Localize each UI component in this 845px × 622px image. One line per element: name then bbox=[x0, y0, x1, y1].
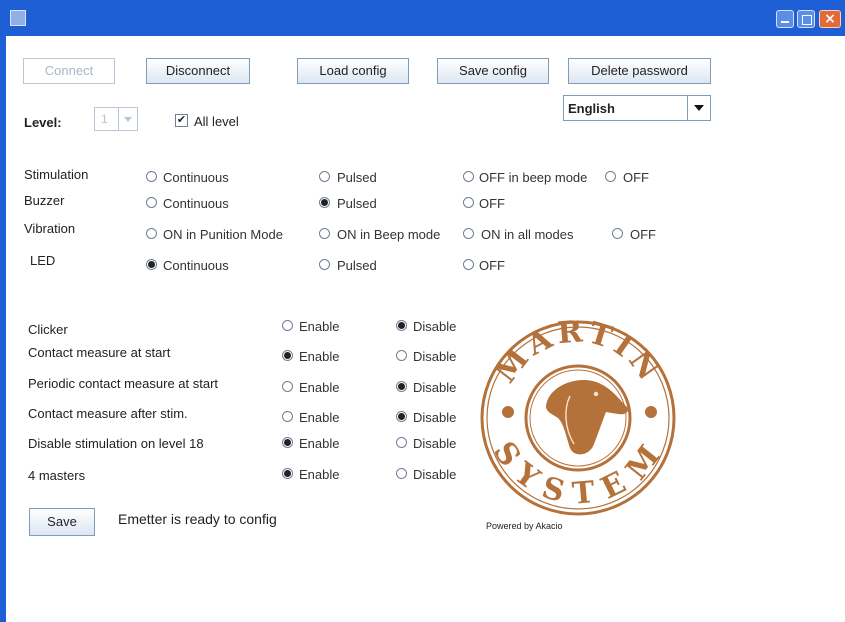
status-text: Emetter is ready to config bbox=[118, 511, 277, 527]
option-label: Pulsed bbox=[337, 258, 377, 273]
level-select-value: 1 bbox=[101, 112, 108, 126]
radio-stimulation-off-beep[interactable] bbox=[463, 171, 474, 182]
option-label: Continuous bbox=[163, 196, 229, 211]
radio-led-off[interactable] bbox=[463, 259, 474, 270]
setting-label-periodic-contact: Periodic contact measure at start bbox=[28, 376, 219, 391]
option-label: OFF in beep mode bbox=[479, 170, 588, 185]
martin-system-logo: MARTIN SYSTEM bbox=[480, 314, 676, 516]
radio-disable-stim-18-disable[interactable] bbox=[396, 437, 407, 448]
option-label: OFF bbox=[623, 170, 649, 185]
setting-label-contact-start: Contact measure at start bbox=[28, 345, 171, 360]
radio-vibration-off[interactable] bbox=[612, 228, 623, 239]
option-label: Pulsed bbox=[337, 196, 377, 211]
option-label: Continuous bbox=[163, 170, 229, 185]
radio-periodic-contact-disable[interactable] bbox=[396, 381, 407, 392]
setting-label-4-masters: 4 masters bbox=[28, 468, 86, 483]
radio-4-masters-enable[interactable] bbox=[282, 468, 293, 479]
radio-contact-start-enable[interactable] bbox=[282, 350, 293, 361]
connect-button[interactable]: Connect bbox=[23, 58, 115, 84]
level-label: Level: bbox=[24, 115, 62, 130]
option-label: Enable bbox=[299, 467, 340, 482]
radio-vibration-all[interactable] bbox=[463, 228, 474, 239]
minimize-icon[interactable] bbox=[776, 10, 794, 28]
svg-text:MARTIN: MARTIN bbox=[488, 314, 668, 390]
option-label: OFF bbox=[479, 196, 505, 211]
option-label: ON in Punition Mode bbox=[163, 227, 283, 242]
logo-top-text: MARTIN bbox=[488, 314, 664, 390]
radio-vibration-beep[interactable] bbox=[319, 228, 330, 239]
option-label: Continuous bbox=[163, 258, 229, 273]
mode-label-buzzer: Buzzer bbox=[24, 193, 65, 208]
radio-periodic-contact-enable[interactable] bbox=[282, 381, 293, 392]
option-label: Enable bbox=[299, 349, 340, 364]
option-label: ON in Beep mode bbox=[337, 227, 441, 242]
radio-led-pulsed[interactable] bbox=[319, 259, 330, 270]
setting-label-contact-after-stim: Contact measure after stim. bbox=[28, 406, 188, 421]
setting-label-disable-stim-18: Disable stimulation on level 18 bbox=[28, 436, 204, 451]
mode-label-led: LED bbox=[30, 253, 56, 268]
language-select-value: English bbox=[568, 101, 615, 116]
radio-clicker-enable[interactable] bbox=[282, 320, 293, 331]
close-icon[interactable]: × bbox=[819, 10, 841, 28]
radio-buzzer-continuous[interactable] bbox=[146, 197, 157, 208]
radio-led-continuous[interactable] bbox=[146, 259, 157, 270]
option-label: Disable bbox=[413, 319, 457, 334]
radio-disable-stim-18-enable[interactable] bbox=[282, 437, 293, 448]
language-select[interactable]: English bbox=[563, 95, 711, 121]
radio-stimulation-pulsed[interactable] bbox=[319, 171, 330, 182]
all-level-label: All level bbox=[194, 114, 239, 129]
option-label: OFF bbox=[479, 258, 505, 273]
option-label: Enable bbox=[299, 319, 340, 334]
mode-label-vibration: Vibration bbox=[24, 221, 76, 236]
option-label: ON in all modes bbox=[481, 227, 574, 242]
option-label: Enable bbox=[299, 410, 340, 425]
radio-clicker-disable[interactable] bbox=[396, 320, 407, 331]
maximize-icon[interactable] bbox=[797, 10, 815, 28]
save-button[interactable]: Save bbox=[29, 508, 95, 536]
radio-buzzer-off[interactable] bbox=[463, 197, 474, 208]
option-label: Disable bbox=[413, 349, 457, 364]
option-label: Disable bbox=[413, 467, 457, 482]
app-icon bbox=[10, 10, 26, 26]
option-label: Disable bbox=[413, 380, 457, 395]
delete-password-button[interactable]: Delete password bbox=[568, 58, 711, 84]
setting-label-clicker: Clicker bbox=[28, 322, 68, 337]
option-label: Pulsed bbox=[337, 170, 377, 185]
radio-stimulation-off[interactable] bbox=[605, 171, 616, 182]
option-label: Disable bbox=[413, 410, 457, 425]
mode-label-stimulation: Stimulation bbox=[24, 167, 89, 182]
radio-buzzer-pulsed[interactable] bbox=[319, 197, 330, 208]
radio-stimulation-continuous[interactable] bbox=[146, 171, 157, 182]
disconnect-button[interactable]: Disconnect bbox=[146, 58, 250, 84]
radio-4-masters-disable[interactable] bbox=[396, 468, 407, 479]
title-bar[interactable]: × bbox=[0, 0, 845, 36]
chevron-down-icon[interactable] bbox=[118, 108, 137, 130]
save-config-button[interactable]: Save config bbox=[437, 58, 549, 84]
radio-contact-after-stim-enable[interactable] bbox=[282, 411, 293, 422]
option-label: Enable bbox=[299, 380, 340, 395]
window-left-border bbox=[0, 36, 6, 622]
chevron-down-icon[interactable] bbox=[687, 96, 710, 120]
option-label: OFF bbox=[630, 227, 656, 242]
radio-contact-after-stim-disable[interactable] bbox=[396, 411, 407, 422]
radio-vibration-punition[interactable] bbox=[146, 228, 157, 239]
load-config-button[interactable]: Load config bbox=[297, 58, 409, 84]
option-label: Disable bbox=[413, 436, 457, 451]
option-label: Enable bbox=[299, 436, 340, 451]
powered-by-caption: Powered by Akacio bbox=[486, 521, 563, 531]
radio-contact-start-disable[interactable] bbox=[396, 350, 407, 361]
all-level-checkbox[interactable]: ✔ bbox=[175, 114, 188, 127]
level-select[interactable]: 1 bbox=[94, 107, 138, 131]
